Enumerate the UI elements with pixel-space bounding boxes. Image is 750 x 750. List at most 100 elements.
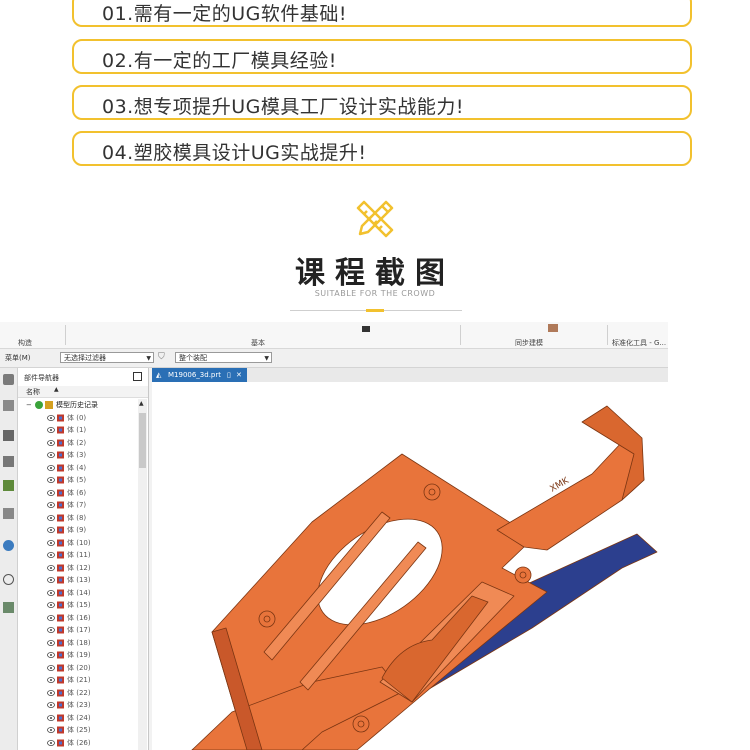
- tree-body-row[interactable]: 体 (2): [18, 437, 136, 450]
- ribbon-group-standard-tools[interactable]: 标准化工具 - G...: [612, 338, 666, 348]
- tree-body-row[interactable]: 体 (23): [18, 699, 136, 712]
- ribbon-group-basic[interactable]: 基本: [251, 338, 265, 348]
- tree-body-row[interactable]: 体 (8): [18, 512, 136, 525]
- clock-icon[interactable]: [3, 574, 14, 585]
- body-visibility-icon[interactable]: [47, 539, 65, 547]
- navigator-scrollbar[interactable]: ▲: [138, 399, 147, 750]
- body-visibility-icon[interactable]: [47, 551, 65, 559]
- body-visibility-icon[interactable]: [47, 501, 65, 509]
- body-visibility-icon[interactable]: [47, 676, 65, 684]
- resource-icon[interactable]: [3, 508, 14, 519]
- scroll-up-icon[interactable]: ▲: [139, 400, 144, 407]
- tree-body-row[interactable]: 体 (10): [18, 537, 136, 550]
- body-label: 体 (3): [67, 451, 87, 459]
- body-visibility-icon[interactable]: [47, 414, 65, 422]
- body-label: 体 (10): [67, 538, 91, 547]
- navigator-column-header[interactable]: 名称 ▲: [18, 386, 148, 398]
- tree-body-row[interactable]: 体 (21): [18, 674, 136, 687]
- resource-bar: [0, 368, 18, 750]
- tree-body-row[interactable]: 体 (9): [18, 524, 136, 537]
- tree-body-row[interactable]: 体 (16): [18, 612, 136, 625]
- tree-body-row[interactable]: 体 (24): [18, 712, 136, 725]
- tree-body-row[interactable]: 体 (13): [18, 574, 136, 587]
- tree-body-row[interactable]: 体 (17): [18, 624, 136, 637]
- tree-body-row[interactable]: 体 (22): [18, 687, 136, 700]
- graphics-viewport[interactable]: XMK: [152, 382, 668, 750]
- tree-body-row[interactable]: 体 (3): [18, 449, 136, 462]
- menu-button[interactable]: 菜单(M): [5, 353, 31, 363]
- resource-icon[interactable]: [3, 540, 14, 551]
- body-label: 体 (12): [67, 563, 91, 572]
- resource-icon[interactable]: [3, 400, 14, 411]
- tree-body-row[interactable]: 体 (20): [18, 662, 136, 675]
- body-visibility-icon[interactable]: [47, 451, 65, 459]
- resource-icon[interactable]: [3, 602, 14, 613]
- requirement-box-3: 03.想专项提升UG模具工厂设计实战能力!: [72, 85, 692, 120]
- body-visibility-icon[interactable]: [47, 689, 65, 697]
- body-visibility-icon[interactable]: [47, 426, 65, 434]
- body-label: 体 (11): [67, 551, 91, 559]
- tree-body-row[interactable]: 体 (25): [18, 724, 136, 737]
- assembly-select[interactable]: 整个装配 ▼: [175, 352, 272, 363]
- column-name-label: 名称: [26, 388, 40, 396]
- body-label: 体 (23): [67, 701, 91, 709]
- tree-body-row[interactable]: 体 (12): [18, 562, 136, 575]
- tree-body-row[interactable]: 体 (15): [18, 599, 136, 612]
- ribbon-group-sync-modeling[interactable]: 同步建模: [515, 338, 543, 348]
- resource-icon[interactable]: [3, 456, 14, 467]
- body-visibility-icon[interactable]: [47, 476, 65, 484]
- body-visibility-icon[interactable]: [47, 489, 65, 497]
- tree-body-row[interactable]: 体 (26): [18, 737, 136, 750]
- tree-body-row[interactable]: 体 (4): [18, 462, 136, 475]
- tree-body-row[interactable]: 体 (0): [18, 412, 136, 425]
- maximize-icon[interactable]: [133, 372, 142, 381]
- body-visibility-icon[interactable]: [47, 564, 65, 572]
- tree-body-row[interactable]: 体 (5): [18, 474, 136, 487]
- sort-up-icon[interactable]: ▲: [54, 386, 59, 393]
- ribbon-tool-icon[interactable]: [548, 324, 558, 332]
- body-visibility-icon[interactable]: [47, 589, 65, 597]
- tree-body-row[interactable]: 体 (6): [18, 487, 136, 500]
- body-visibility-icon[interactable]: [47, 626, 65, 634]
- body-visibility-icon[interactable]: [47, 601, 65, 609]
- ribbon-separator: [607, 325, 608, 345]
- check-icon: [35, 401, 43, 409]
- tree-body-row[interactable]: 体 (11): [18, 549, 136, 562]
- body-visibility-icon[interactable]: [47, 701, 65, 709]
- resource-icon[interactable]: [3, 430, 14, 441]
- requirement-box-1: 01.需有一定的UG软件基础!: [72, 0, 692, 27]
- tree-root-row[interactable]: − 模型历史记录: [18, 399, 136, 412]
- tree-body-row[interactable]: 体 (18): [18, 637, 136, 650]
- scrollbar-thumb[interactable]: [139, 413, 146, 468]
- body-visibility-icon[interactable]: [47, 514, 65, 522]
- tree-body-row[interactable]: 体 (19): [18, 649, 136, 662]
- file-tab[interactable]: ◭ M19006_3d.prt ▯ ✕: [152, 368, 247, 382]
- tree-body-row[interactable]: 体 (7): [18, 499, 136, 512]
- filter-select-value: 无选择过滤器: [64, 354, 106, 362]
- body-visibility-icon[interactable]: [47, 576, 65, 584]
- filter-select[interactable]: 无选择过滤器 ▼: [60, 352, 154, 363]
- body-visibility-icon[interactable]: [47, 651, 65, 659]
- part-navigator: 部件导航器 名称 ▲ − 模型历史记录体 (0) 体 (1) 体 (2) 体 (3) 体 …: [18, 368, 149, 750]
- ribbon-tool-icon[interactable]: [362, 326, 370, 332]
- tree-body-row[interactable]: 体 (14): [18, 587, 136, 600]
- body-visibility-icon[interactable]: [47, 639, 65, 647]
- resource-icon[interactable]: [3, 374, 14, 385]
- resource-icon[interactable]: [3, 480, 14, 491]
- body-label: 体 (14): [67, 588, 91, 597]
- ribbon-group-construct[interactable]: 构造: [18, 338, 32, 348]
- file-tab-label: M19006_3d.prt: [168, 371, 221, 379]
- body-visibility-icon[interactable]: [47, 614, 65, 622]
- body-visibility-icon[interactable]: [47, 739, 65, 747]
- body-visibility-icon[interactable]: [47, 714, 65, 722]
- body-visibility-icon[interactable]: [47, 726, 65, 734]
- collapse-icon[interactable]: −: [26, 399, 32, 411]
- body-visibility-icon[interactable]: [47, 664, 65, 672]
- body-visibility-icon[interactable]: [47, 464, 65, 472]
- tree-body-row[interactable]: 体 (1): [18, 424, 136, 437]
- funnel-icon[interactable]: ⛉: [158, 352, 169, 363]
- close-icon[interactable]: ✕: [236, 368, 242, 382]
- body-label: 体 (20): [67, 663, 91, 672]
- body-visibility-icon[interactable]: [47, 526, 65, 534]
- body-visibility-icon[interactable]: [47, 439, 65, 447]
